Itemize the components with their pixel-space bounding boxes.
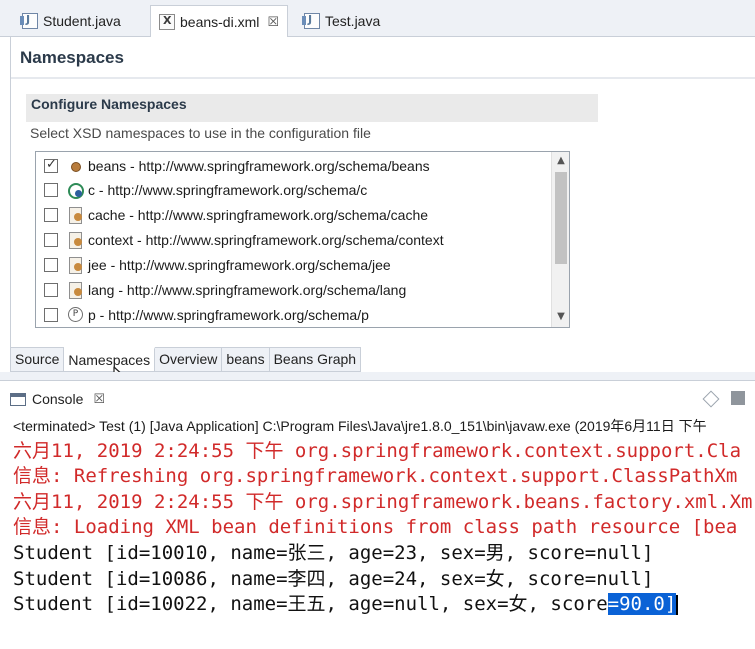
tab-label: Student.java (43, 13, 121, 29)
console-line: Student [id=10086, name=李四, age=24, sex=… (13, 568, 654, 590)
namespace-item-beans[interactable]: beans - http://www.springframework.org/s… (36, 153, 548, 178)
namespace-label: c - http://www.springframework.org/schem… (88, 181, 368, 198)
section-description: Select XSD namespaces to use in the conf… (30, 125, 371, 141)
console-line: Student [id=10010, name=张三, age=23, sex=… (13, 542, 654, 564)
namespace-item-cache[interactable]: cache - http://www.springframework.org/s… (36, 202, 548, 227)
console-line: 信息: Loading XML bean definitions from cl… (13, 516, 738, 538)
namespace-item-p[interactable]: p - http://www.springframework.org/schem… (36, 302, 548, 327)
tab-student-java[interactable]: Student.java (14, 5, 129, 37)
divider (11, 77, 755, 79)
namespace-checkbox[interactable] (44, 207, 58, 222)
namespace-label: beans - http://www.springframework.org/s… (88, 157, 430, 174)
close-icon[interactable]: ☒ (267, 14, 279, 30)
lang-namespace-icon (67, 281, 83, 299)
tab-label: Test.java (325, 13, 381, 29)
console-toolbar (703, 391, 745, 405)
terminate-icon[interactable] (731, 391, 745, 405)
tab-overview[interactable]: Overview (155, 347, 223, 372)
tab-namespaces[interactable]: Namespaces (64, 347, 156, 372)
namespace-checkbox[interactable] (44, 232, 58, 247)
tab-beans-graph[interactable]: Beans Graph (269, 347, 362, 372)
scroll-thumb[interactable] (555, 172, 567, 264)
tab-beans-di-xml[interactable]: beans-di.xml ☒ (150, 5, 289, 37)
p-namespace-icon (67, 306, 83, 323)
console-line: 六月11, 2019 2:24:55 下午 org.springframewor… (13, 440, 742, 462)
tab-test-java[interactable]: Test.java (296, 5, 388, 37)
xml-file-icon (159, 13, 175, 30)
namespace-item-context[interactable]: context - http://www.springframework.org… (36, 227, 548, 252)
namespace-label: cache - http://www.springframework.org/s… (88, 206, 429, 223)
console-icon (10, 392, 26, 406)
text-caret (676, 594, 679, 615)
editor-page-tabs: Source Namespaces Overview beans Beans G… (10, 347, 362, 372)
scroll-down-icon[interactable]: ▼ (555, 311, 567, 323)
namespace-label: p - http://www.springframework.org/schem… (88, 306, 369, 323)
namespaces-editor: Namespaces Configure Namespaces Select X… (10, 37, 755, 372)
console-line: 信息: Refreshing org.springframework.conte… (13, 465, 738, 487)
namespace-item-jee[interactable]: jee - http://www.springframework.org/sch… (36, 252, 548, 277)
console-line-selected: Student [id=10022, name=王五, age=null, se… (13, 592, 679, 617)
editor-tab-bar: Student.java beans-di.xml ☒ Test.java (0, 0, 755, 37)
scroll-up-icon[interactable]: ▲ (555, 155, 567, 167)
console-status: <terminated> Test (1) [Java Application]… (13, 418, 707, 434)
tab-beans[interactable]: beans (222, 347, 270, 372)
console-view: Console ☒ <terminated> Test (1) [Java Ap… (0, 380, 755, 649)
tab-source[interactable]: Source (10, 347, 65, 372)
section-title: Configure Namespaces (26, 94, 598, 122)
namespace-list-scrollbar[interactable]: ▲ ▼ (551, 152, 569, 327)
namespace-checkbox[interactable] (44, 282, 58, 297)
view-separator (0, 372, 755, 380)
namespace-checkbox[interactable] (44, 257, 58, 272)
tab-label: beans-di.xml (180, 13, 260, 30)
context-namespace-icon (67, 231, 83, 249)
cache-namespace-icon (67, 206, 83, 224)
close-icon[interactable]: ☒ (93, 391, 105, 407)
console-line-text: Student [id=10022, name=王五, age=null, se… (13, 593, 608, 615)
console-title: Console (32, 391, 84, 407)
namespace-label: jee - http://www.springframework.org/sch… (88, 256, 391, 273)
jee-namespace-icon (67, 256, 83, 274)
namespace-checkbox[interactable] (44, 182, 58, 197)
namespace-label: context - http://www.springframework.org… (88, 231, 444, 248)
namespace-item-lang[interactable]: lang - http://www.springframework.org/sc… (36, 277, 548, 302)
namespace-list: beans - http://www.springframework.org/s… (35, 151, 570, 328)
java-file-icon (20, 13, 38, 29)
tab-console[interactable]: Console ☒ (10, 385, 105, 413)
pin-console-icon[interactable] (703, 391, 717, 405)
selected-text[interactable]: =90.0] (607, 593, 677, 615)
page-title: Namespaces (20, 48, 124, 67)
namespace-item-c[interactable]: c - http://www.springframework.org/schem… (36, 177, 548, 202)
namespace-label: lang - http://www.springframework.org/sc… (88, 281, 407, 298)
bean-icon (67, 158, 83, 174)
namespace-checkbox[interactable] (44, 307, 58, 322)
console-line: 六月11, 2019 2:24:55 下午 org.springframewor… (13, 491, 753, 513)
c-namespace-icon (67, 182, 84, 199)
namespace-checkbox-checked[interactable] (44, 157, 58, 173)
java-file-icon (302, 13, 320, 29)
